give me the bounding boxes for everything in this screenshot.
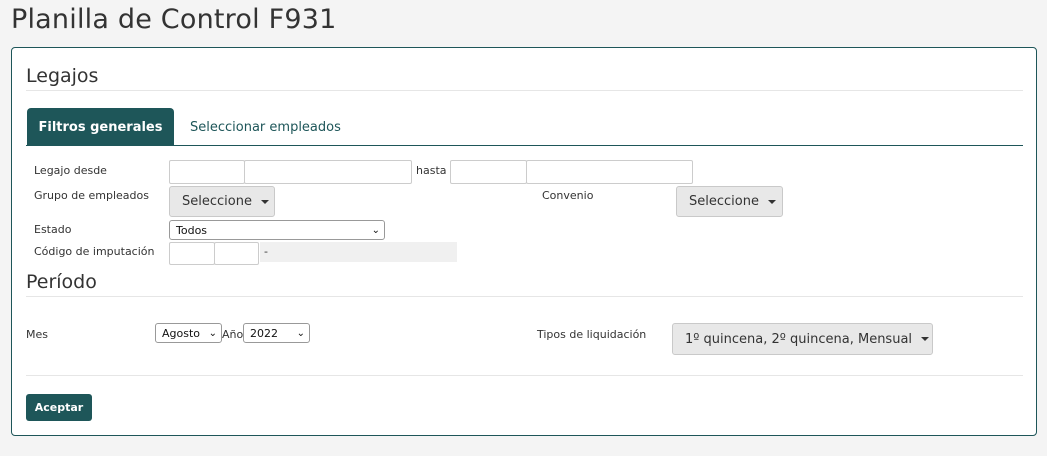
convenio-value: Seleccione [689, 194, 759, 209]
codigo-imputacion-input-2[interactable] [214, 242, 259, 265]
legajos-divider [26, 90, 1023, 91]
periodo-divider [26, 296, 1023, 297]
codigo-imputacion-description [260, 242, 457, 262]
anio-select[interactable]: 2022 ⌄ [243, 323, 310, 343]
accept-button[interactable]: Aceptar [26, 394, 92, 421]
legajos-section-title: Legajos [26, 65, 99, 87]
convenio-dropdown[interactable]: Seleccione [676, 186, 783, 217]
caret-down-icon [921, 337, 930, 341]
mes-label: Mes [26, 328, 48, 341]
anio-value: 2022 [250, 326, 278, 340]
estado-label: Estado [34, 223, 72, 236]
legajo-hasta-name-input[interactable] [526, 160, 693, 184]
tabs-underline [26, 145, 1023, 146]
legajo-hasta-code-input[interactable] [450, 160, 527, 184]
grupo-empleados-dropdown[interactable]: Seleccione [169, 186, 275, 217]
estado-value: Todos [176, 223, 208, 237]
codigo-separator: - [264, 245, 268, 258]
caret-down-icon [260, 199, 269, 204]
codigo-imputacion-label: Código de imputación [34, 245, 155, 258]
caret-down-icon [767, 199, 776, 204]
actions-divider [26, 375, 1023, 376]
mes-select[interactable]: Agosto ⌄ [155, 323, 222, 343]
tipos-liquidacion-dropdown[interactable]: 1º quincena, 2º quincena, Mensual [672, 323, 933, 355]
chevron-down-icon: ⌄ [371, 224, 380, 236]
legajo-desde-code-input[interactable] [169, 160, 245, 184]
grupo-empleados-value: Seleccione [182, 194, 252, 209]
grupo-empleados-label: Grupo de empleados [34, 189, 149, 202]
tab-seleccionar-empleados[interactable]: Seleccionar empleados [182, 108, 349, 146]
tab-filtros-generales[interactable]: Filtros generales [27, 108, 174, 146]
periodo-section-title: Período [26, 271, 97, 293]
estado-select[interactable]: Todos ⌄ [169, 220, 385, 240]
hasta-label: hasta [416, 164, 447, 177]
tipos-liquidacion-label: Tipos de liquidación [537, 328, 647, 341]
page-title: Planilla de Control F931 [11, 4, 337, 35]
chevron-down-icon: ⌄ [208, 327, 217, 339]
anio-label: Año [222, 328, 244, 341]
form-card: Legajos Filtros generales Seleccionar em… [11, 47, 1037, 436]
tipos-liquidacion-value: 1º quincena, 2º quincena, Mensual [685, 331, 913, 347]
chevron-down-icon: ⌄ [296, 327, 305, 339]
mes-value: Agosto [162, 326, 201, 340]
legajo-desde-label: Legajo desde [34, 164, 107, 177]
legajo-desde-name-input[interactable] [244, 160, 412, 184]
codigo-imputacion-input-1[interactable] [169, 242, 215, 265]
convenio-label: Convenio [542, 189, 594, 202]
